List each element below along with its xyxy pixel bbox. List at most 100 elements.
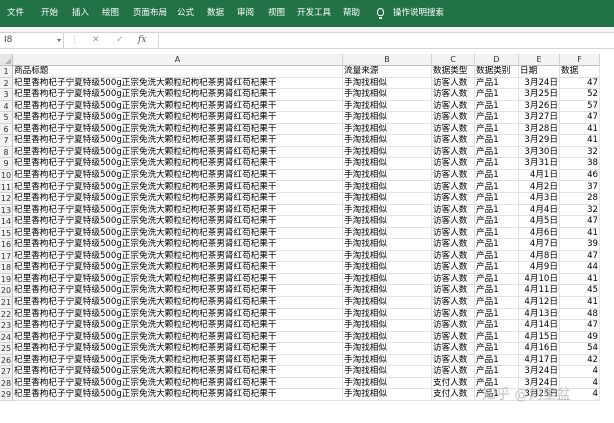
- table-cell[interactable]: 杞里香枸杞子宁夏特级500g正宗免洗大颗粒纪枸杞茶男肾红苟杞果干: [13, 216, 343, 228]
- table-cell[interactable]: 41: [560, 297, 600, 309]
- table-cell[interactable]: 访客人数: [432, 216, 475, 228]
- table-cell[interactable]: 手淘找相似: [343, 354, 432, 367]
- row-header[interactable]: 20: [0, 285, 13, 297]
- table-cell[interactable]: 产品1: [475, 354, 519, 367]
- table-cell[interactable]: 41: [560, 227, 600, 240]
- table-cell[interactable]: 访客人数: [432, 320, 475, 332]
- table-cell[interactable]: 4月3日: [519, 193, 560, 205]
- table-cell[interactable]: 38: [560, 158, 600, 170]
- table-cell[interactable]: 4月13日: [519, 308, 560, 321]
- table-cell[interactable]: 访客人数: [432, 181, 475, 194]
- table-cell[interactable]: 57: [560, 100, 600, 113]
- table-cell[interactable]: 杞里香枸杞子宁夏特级500g正宗免洗大颗粒纪枸杞茶男肾红苟杞果干: [13, 77, 343, 90]
- table-cell[interactable]: 产品1: [475, 181, 519, 194]
- row-header[interactable]: 10: [0, 169, 13, 182]
- table-cell[interactable]: 产品1: [475, 158, 519, 170]
- table-cell[interactable]: 4月4日: [519, 204, 560, 217]
- row-header[interactable]: 17: [0, 250, 13, 263]
- row-header[interactable]: 16: [0, 239, 13, 251]
- table-cell[interactable]: 杞里香枸杞子宁夏特级500g正宗免洗大颗粒纪枸杞茶男肾红苟杞果干: [13, 320, 343, 332]
- row-header[interactable]: 26: [0, 354, 13, 367]
- table-cell[interactable]: 访客人数: [432, 239, 475, 251]
- table-cell[interactable]: 产品1: [475, 89, 519, 101]
- table-cell[interactable]: 4月9日: [519, 262, 560, 274]
- table-cell[interactable]: 杞里香枸杞子宁夏特级500g正宗免洗大颗粒纪枸杞茶男肾红苟杞果干: [13, 123, 343, 136]
- table-cell[interactable]: 杞里香枸杞子宁夏特级500g正宗免洗大颗粒纪枸杞茶男肾红苟杞果干: [13, 146, 343, 159]
- table-cell[interactable]: 访客人数: [432, 146, 475, 159]
- table-cell[interactable]: 手淘找相似: [343, 146, 432, 159]
- row-header[interactable]: 23: [0, 320, 13, 332]
- table-cell[interactable]: 49: [560, 331, 600, 344]
- table-cell[interactable]: 杞里香枸杞子宁夏特级500g正宗免洗大颗粒纪枸杞茶男肾红苟杞果干: [13, 331, 343, 344]
- table-cell[interactable]: 4月1日: [519, 169, 560, 182]
- table-cell[interactable]: 3月31日: [519, 158, 560, 170]
- row-header[interactable]: 11: [0, 181, 13, 194]
- table-cell[interactable]: 手淘找相似: [343, 239, 432, 251]
- tab-formulas[interactable]: 公式: [177, 0, 194, 27]
- column-header-d[interactable]: D: [475, 54, 519, 66]
- tab-data[interactable]: 数据: [207, 0, 224, 27]
- row-header[interactable]: 8: [0, 146, 13, 159]
- column-header-f[interactable]: F: [560, 54, 600, 66]
- tab-view[interactable]: 视图: [268, 0, 285, 27]
- table-cell[interactable]: 产品1: [475, 389, 519, 401]
- table-cell[interactable]: 41: [560, 123, 600, 136]
- table-cell[interactable]: 访客人数: [432, 89, 475, 101]
- table-cell[interactable]: 44: [560, 262, 600, 274]
- table-cell[interactable]: 产品1: [475, 123, 519, 136]
- table-cell[interactable]: 3月30日: [519, 146, 560, 159]
- table-cell[interactable]: 4月7日: [519, 239, 560, 251]
- column-header-e[interactable]: E: [519, 54, 560, 66]
- table-cell[interactable]: 28: [560, 193, 600, 205]
- table-cell[interactable]: 32: [560, 204, 600, 217]
- header-cell[interactable]: 数据类别: [475, 66, 519, 78]
- table-cell[interactable]: 42: [560, 354, 600, 367]
- table-cell[interactable]: 杞里香枸杞子宁夏特级500g正宗免洗大颗粒纪枸杞茶男肾红苟杞果干: [13, 227, 343, 240]
- table-cell[interactable]: 产品1: [475, 169, 519, 182]
- table-cell[interactable]: 支付人数: [432, 377, 475, 390]
- table-cell[interactable]: 访客人数: [432, 331, 475, 344]
- table-cell[interactable]: 37: [560, 181, 600, 194]
- table-cell[interactable]: 访客人数: [432, 193, 475, 205]
- table-cell[interactable]: 手淘找相似: [343, 273, 432, 286]
- table-cell[interactable]: 杞里香枸杞子宁夏特级500g正宗免洗大颗粒纪枸杞茶男肾红苟杞果干: [13, 308, 343, 321]
- table-cell[interactable]: 4月8日: [519, 250, 560, 263]
- table-cell[interactable]: 4月10日: [519, 273, 560, 286]
- table-cell[interactable]: 手淘找相似: [343, 112, 432, 124]
- table-cell[interactable]: 访客人数: [432, 343, 475, 355]
- table-cell[interactable]: 产品1: [475, 250, 519, 263]
- insert-function-icon[interactable]: fx: [138, 33, 146, 48]
- column-header-c[interactable]: C: [432, 54, 475, 66]
- row-header[interactable]: 2: [0, 77, 13, 90]
- tab-page-layout[interactable]: 页面布局: [133, 0, 167, 27]
- table-cell[interactable]: 手淘找相似: [343, 320, 432, 332]
- table-cell[interactable]: 产品1: [475, 308, 519, 321]
- table-cell[interactable]: 杞里香枸杞子宁夏特级500g正宗免洗大颗粒纪枸杞茶男肾红苟杞果干: [13, 354, 343, 367]
- table-cell[interactable]: 手淘找相似: [343, 366, 432, 378]
- table-cell[interactable]: 3月26日: [519, 100, 560, 113]
- row-header[interactable]: 29: [0, 389, 13, 401]
- table-cell[interactable]: 39: [560, 239, 600, 251]
- table-cell[interactable]: 手淘找相似: [343, 262, 432, 274]
- table-cell[interactable]: 32: [560, 146, 600, 159]
- cancel-icon[interactable]: ✕: [92, 33, 100, 48]
- tell-me-search[interactable]: 操作说明搜索: [393, 0, 444, 27]
- table-cell[interactable]: 手淘找相似: [343, 343, 432, 355]
- header-cell[interactable]: 商品标题: [13, 66, 343, 78]
- table-cell[interactable]: 访客人数: [432, 112, 475, 124]
- tab-developer[interactable]: 开发工具: [297, 0, 331, 27]
- table-cell[interactable]: 48: [560, 308, 600, 321]
- table-cell[interactable]: 3月25日: [519, 389, 560, 401]
- tab-help[interactable]: 帮助: [343, 0, 360, 27]
- row-header[interactable]: 3: [0, 89, 13, 101]
- row-header[interactable]: 25: [0, 343, 13, 355]
- table-cell[interactable]: 手淘找相似: [343, 389, 432, 401]
- table-cell[interactable]: 访客人数: [432, 250, 475, 263]
- table-cell[interactable]: 杞里香枸杞子宁夏特级500g正宗免洗大颗粒纪枸杞茶男肾红苟杞果干: [13, 389, 343, 401]
- header-cell[interactable]: 流量来源: [343, 66, 432, 78]
- table-cell[interactable]: 手淘找相似: [343, 308, 432, 321]
- table-cell[interactable]: 杞里香枸杞子宁夏特级500g正宗免洗大颗粒纪枸杞茶男肾红苟杞果干: [13, 239, 343, 251]
- table-cell[interactable]: 访客人数: [432, 158, 475, 170]
- table-cell[interactable]: 3月24日: [519, 366, 560, 378]
- table-cell[interactable]: 杞里香枸杞子宁夏特级500g正宗免洗大颗粒纪枸杞茶男肾红苟杞果干: [13, 366, 343, 378]
